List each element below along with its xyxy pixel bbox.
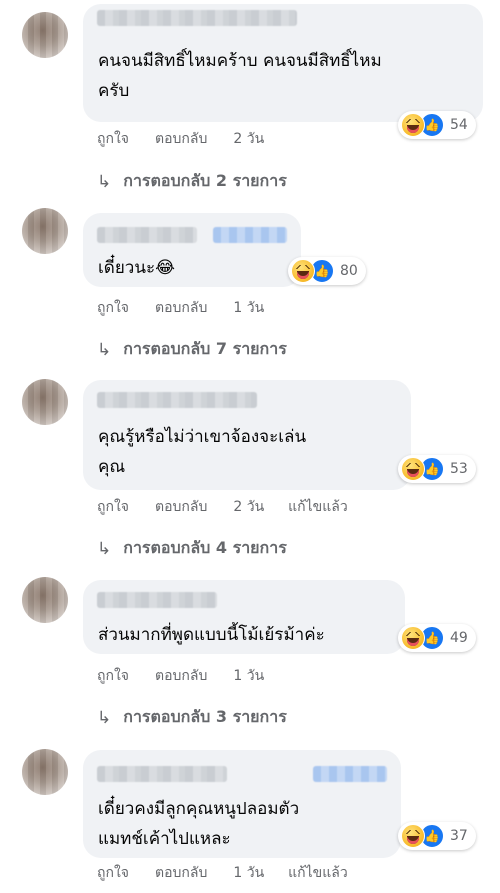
comment-text: เดี๋ยวคงมีลูกคุณหนูปลอมตัว แมทช์เค้าไปแห… xyxy=(98,799,300,849)
author-name[interactable] xyxy=(97,392,257,408)
comment-actions: ถูกใจ ตอบกลับ 2 วัน xyxy=(97,128,288,150)
author-badge xyxy=(313,766,387,782)
reaction-summary[interactable]: 👍 53 xyxy=(398,455,476,483)
comment-actions: ถูกใจ ตอบกลับ 1 วัน xyxy=(97,665,288,687)
comment-text: คนจนมีสิทธิ์ไหมคร้าบ คนจนมีสิทธิ์ไหม ครั… xyxy=(98,51,382,101)
reaction-count: 53 xyxy=(450,461,468,477)
like-button[interactable]: ถูกใจ xyxy=(97,297,129,319)
avatar[interactable] xyxy=(22,749,68,795)
timestamp[interactable]: 2 วัน xyxy=(233,128,264,150)
comment-bubble: เดี๋ยวคงมีลูกคุณหนูปลอมตัว แมทช์เค้าไปแห… xyxy=(83,750,401,858)
reaction-count: 54 xyxy=(450,117,468,133)
avatar[interactable] xyxy=(22,577,68,623)
comment-actions: ถูกใจ ตอบกลับ 2 วัน แก้ไขแล้ว xyxy=(97,496,374,518)
reply-button[interactable]: ตอบกลับ xyxy=(155,496,207,518)
avatar[interactable] xyxy=(22,12,68,58)
like-button[interactable]: ถูกใจ xyxy=(97,128,129,150)
comment-bubble: เดี๋ยวนะ😂 xyxy=(83,213,301,287)
replies-label: การตอบกลับ 3 รายการ xyxy=(123,707,287,726)
reaction-summary[interactable]: 👍 37 xyxy=(398,822,476,850)
reaction-summary[interactable]: 👍 54 xyxy=(398,111,476,139)
author-name[interactable] xyxy=(97,592,217,608)
reply-button[interactable]: ตอบกลับ xyxy=(155,297,207,319)
timestamp[interactable]: 1 วัน xyxy=(233,297,264,319)
comment-bubble: คุณรู้หรือไม่ว่าเขาจ้องจะเล่น คุณ xyxy=(83,380,411,490)
reaction-count: 80 xyxy=(340,263,358,279)
reply-arrow-icon: ↳ xyxy=(97,538,112,559)
timestamp[interactable]: 2 วัน xyxy=(233,496,264,518)
view-replies-link[interactable]: ↳ การตอบกลับ 3 รายการ xyxy=(97,705,287,730)
reply-arrow-icon: ↳ xyxy=(97,171,112,192)
comment-bubble: คนจนมีสิทธิ์ไหมคร้าบ คนจนมีสิทธิ์ไหม ครั… xyxy=(83,4,483,122)
edited-label: แก้ไขแล้ว xyxy=(288,499,348,515)
timestamp[interactable]: 1 วัน xyxy=(233,862,264,884)
view-replies-link[interactable]: ↳ การตอบกลับ 7 รายการ xyxy=(97,337,287,362)
comment-actions: ถูกใจ ตอบกลับ 1 วัน แก้ไขแล้ว xyxy=(97,862,374,884)
reaction-summary[interactable]: 👍 80 xyxy=(288,257,366,285)
comment-text: เดี๋ยวนะ😂 xyxy=(98,258,175,278)
haha-icon xyxy=(401,824,425,848)
reaction-count: 49 xyxy=(450,630,468,646)
like-button[interactable]: ถูกใจ xyxy=(97,665,129,687)
haha-icon xyxy=(401,113,425,137)
haha-icon xyxy=(291,259,315,283)
like-button[interactable]: ถูกใจ xyxy=(97,862,129,884)
haha-icon xyxy=(401,626,425,650)
like-button[interactable]: ถูกใจ xyxy=(97,496,129,518)
haha-icon xyxy=(401,457,425,481)
comment-text: ส่วนมากที่พูดแบบนี้โม้เย้รม้าค่ะ xyxy=(98,625,325,645)
reply-arrow-icon: ↳ xyxy=(97,707,112,728)
timestamp[interactable]: 1 วัน xyxy=(233,665,264,687)
avatar[interactable] xyxy=(22,208,68,254)
edited-label: แก้ไขแล้ว xyxy=(288,865,348,881)
reaction-summary[interactable]: 👍 49 xyxy=(398,624,476,652)
replies-label: การตอบกลับ 7 รายการ xyxy=(123,339,287,358)
reply-arrow-icon: ↳ xyxy=(97,339,112,360)
replies-label: การตอบกลับ 2 รายการ xyxy=(123,171,287,190)
author-name[interactable] xyxy=(97,766,227,782)
comment-text: คุณรู้หรือไม่ว่าเขาจ้องจะเล่น คุณ xyxy=(98,427,307,477)
author-badge xyxy=(213,227,287,243)
view-replies-link[interactable]: ↳ การตอบกลับ 4 รายการ xyxy=(97,536,287,561)
comment-actions: ถูกใจ ตอบกลับ 1 วัน xyxy=(97,297,288,319)
author-name[interactable] xyxy=(97,10,297,26)
reply-button[interactable]: ตอบกลับ xyxy=(155,128,207,150)
replies-label: การตอบกลับ 4 รายการ xyxy=(123,538,287,557)
reaction-count: 37 xyxy=(450,828,468,844)
avatar[interactable] xyxy=(22,379,68,425)
comment-bubble: ส่วนมากที่พูดแบบนี้โม้เย้รม้าค่ะ xyxy=(83,580,405,654)
reply-button[interactable]: ตอบกลับ xyxy=(155,862,207,884)
reply-button[interactable]: ตอบกลับ xyxy=(155,665,207,687)
author-name[interactable] xyxy=(97,227,197,243)
view-replies-link[interactable]: ↳ การตอบกลับ 2 รายการ xyxy=(97,169,287,194)
